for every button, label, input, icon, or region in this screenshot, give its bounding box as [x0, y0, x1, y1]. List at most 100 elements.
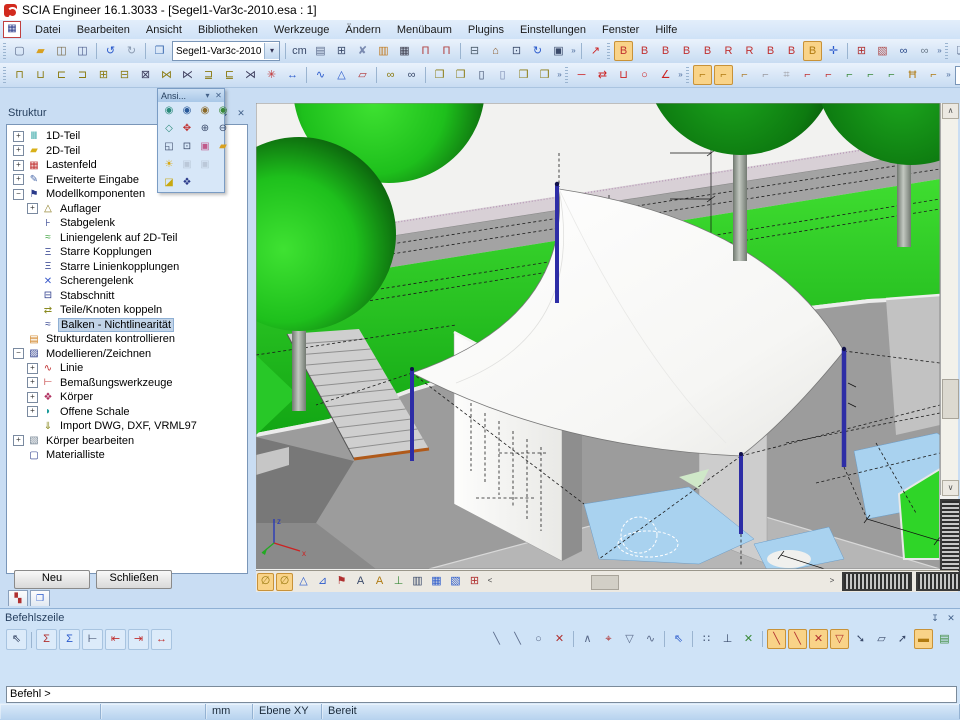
redo-icon[interactable]: ↻ [122, 41, 141, 61]
offset-icon[interactable]: ⊑ [220, 65, 239, 85]
selection-sum-1-icon[interactable]: Σ [36, 629, 57, 650]
menu-item-menbaum[interactable]: Menübaum [389, 22, 460, 38]
menu-item-bibliotheken[interactable]: Bibliotheken [190, 22, 266, 38]
measure-icon[interactable]: ↔ [283, 65, 302, 85]
vertical-scrollbar[interactable]: ∧ ∨ [940, 103, 958, 495]
view-z-icon[interactable]: ◉ [197, 103, 213, 119]
new-document-icon[interactable]: ▢ [10, 41, 29, 61]
member-filter-icon[interactable]: B [803, 41, 822, 61]
select-cursor-icon[interactable]: ⇖ [6, 629, 27, 650]
snap-line-2-icon[interactable]: ╲ [508, 629, 527, 649]
label-abc-2-icon[interactable]: A [371, 573, 388, 591]
view-params-1-icon[interactable]: ∞ [894, 41, 913, 61]
perpendicular-snap-icon[interactable]: ⊥ [718, 629, 737, 649]
node-toggle-icon[interactable]: ⊢ [82, 629, 103, 650]
chevron-down-icon[interactable]: ▾ [202, 91, 213, 100]
dim-line-snap-icon[interactable]: ▬ [914, 629, 933, 649]
corner-snap-10-icon[interactable]: ⌐ [882, 65, 901, 85]
project-combo[interactable]: Segel1-Var3c-2010▾ [172, 41, 280, 61]
horizontal-scrollbar[interactable] [496, 574, 826, 589]
shading-toggle-2-icon[interactable]: ∅ [276, 573, 293, 591]
menu-item-bearbeiten[interactable]: Bearbeiten [69, 22, 138, 38]
member-r1-icon[interactable]: R [719, 41, 738, 61]
parallel-snap-icon[interactable]: ▱ [872, 629, 891, 649]
align-icon[interactable]: ⊒ [199, 65, 218, 85]
activity-icon[interactable]: ▧ [873, 41, 892, 61]
step-back-icon[interactable]: ⇤ [105, 629, 126, 650]
draw-bracket-icon[interactable]: ⊔ [614, 65, 633, 85]
member-b1-icon[interactable]: B [614, 41, 633, 61]
move-member-icon[interactable]: ⊓ [10, 65, 29, 85]
copy-2-icon[interactable]: ❐ [451, 65, 470, 85]
toolbar-overflow-icon[interactable]: » [676, 66, 685, 84]
chevron-down-icon[interactable]: ▾ [264, 43, 279, 59]
snap-angle-icon[interactable]: ∧ [578, 629, 597, 649]
join-icon[interactable]: ⋈ [157, 65, 176, 85]
corner-snap-9-icon[interactable]: ⌐ [861, 65, 880, 85]
zoom-out-icon[interactable]: ⊖ [215, 121, 231, 137]
corner-snap-1-icon[interactable]: ⌐ [693, 65, 712, 85]
tangent-snap-icon[interactable]: ➘ [851, 629, 870, 649]
image-capture-1-icon[interactable]: ▣ [179, 157, 195, 173]
flag-icon[interactable]: ⚑ [333, 573, 350, 591]
ansicht-toolbar-titlebar[interactable]: Ansi... ▾ ✕ [158, 89, 224, 102]
layers-icon[interactable]: ▤ [311, 41, 330, 61]
tree-item-member-hinge[interactable]: ⊦Stabgelenk [7, 216, 247, 231]
tree-expander[interactable]: + [27, 406, 38, 417]
corner-snap-11-icon[interactable]: Ħ [903, 65, 922, 85]
center-view-icon[interactable]: ✛ [824, 41, 843, 61]
tree-expander[interactable]: + [13, 160, 24, 171]
label-abc-1-icon[interactable]: A [352, 573, 369, 591]
project-data-icon[interactable]: ▥ [374, 41, 393, 61]
step-forward-icon[interactable]: ⇥ [128, 629, 149, 650]
tree-item-modelling[interactable]: −▨Modellieren/Zeichnen [7, 347, 247, 362]
copy-member-icon[interactable]: ⊔ [31, 65, 50, 85]
units-icon[interactable]: cm [290, 41, 309, 61]
close-icon[interactable]: ✕ [213, 91, 224, 100]
tree-item-edit-solid[interactable]: +▧Körper bearbeiten [7, 434, 247, 449]
corner-snap-12-icon[interactable]: ⌐ [924, 65, 943, 85]
corner-snap-7-icon[interactable]: ⌐ [819, 65, 838, 85]
pan-view-icon[interactable]: ✥ [179, 121, 195, 137]
tree-expander[interactable]: + [13, 145, 24, 156]
draw-angle-icon[interactable]: ∠ [656, 65, 675, 85]
tree-item-support[interactable]: +△Auflager [7, 202, 247, 217]
shading-toggle-1-icon[interactable]: ∅ [257, 573, 274, 591]
scroll-up-icon[interactable]: ∧ [942, 103, 959, 119]
polyline-edit-icon[interactable]: ∿ [311, 65, 330, 85]
draw-dimension-icon[interactable]: ⇄ [593, 65, 612, 85]
trim-icon[interactable]: ⊞ [94, 65, 113, 85]
tree-item-beam-nonlinearity[interactable]: ≈Balken - Nichtlinearität [7, 318, 247, 333]
explode-icon[interactable]: ✳ [262, 65, 281, 85]
calculator-icon[interactable]: ⊞ [332, 41, 351, 61]
corner-snap-3-icon[interactable]: ⌐ [735, 65, 754, 85]
zoom-selection-icon[interactable]: ▣ [197, 139, 213, 155]
app-menu-icon[interactable]: ▦ [3, 21, 21, 38]
member-b2-icon[interactable]: B [635, 41, 654, 61]
menu-item-fenster[interactable]: Fenster [594, 22, 647, 38]
duplicate-1-icon[interactable]: ❒ [514, 65, 533, 85]
cross-snap-icon[interactable]: ✕ [809, 629, 828, 649]
tree-item-scissor-hinge[interactable]: ✕Scherengelenk [7, 274, 247, 289]
save-icon[interactable]: ◫ [73, 41, 92, 61]
tree-item-open-shell[interactable]: +◗Offene Schale [7, 405, 247, 420]
save-all-icon[interactable]: ◫ [52, 41, 71, 61]
snap-circle-icon[interactable]: ○ [529, 629, 548, 649]
member-r2-icon[interactable]: R [740, 41, 759, 61]
cursor-snap-icon[interactable]: ⇖ [669, 629, 688, 649]
tree-item-line-hinge[interactable]: ≈Liniengelenk auf 2D-Teil [7, 231, 247, 246]
member-badd-icon[interactable]: B [782, 41, 801, 61]
toolbar-overflow-icon[interactable]: » [944, 66, 953, 84]
clip-box-icon[interactable]: ◪ [161, 175, 177, 191]
zoom-window-icon[interactable]: ◱ [161, 139, 177, 155]
close-icon[interactable]: ✕ [944, 612, 958, 625]
view-grid-icon[interactable]: ⊞ [466, 573, 483, 591]
tab-views-icon[interactable]: ❐ [30, 590, 50, 606]
menu-item-einstellungen[interactable]: Einstellungen [512, 22, 594, 38]
duplicate-2-icon[interactable]: ❒ [535, 65, 554, 85]
engineering-report-icon[interactable]: ⊡ [507, 41, 526, 61]
coord-system-icon[interactable]: ⊥ [390, 573, 407, 591]
polygon-edit-icon[interactable]: △ [332, 65, 351, 85]
tree-expander[interactable]: + [27, 363, 38, 374]
paste-2-icon[interactable]: ▯ [493, 65, 512, 85]
